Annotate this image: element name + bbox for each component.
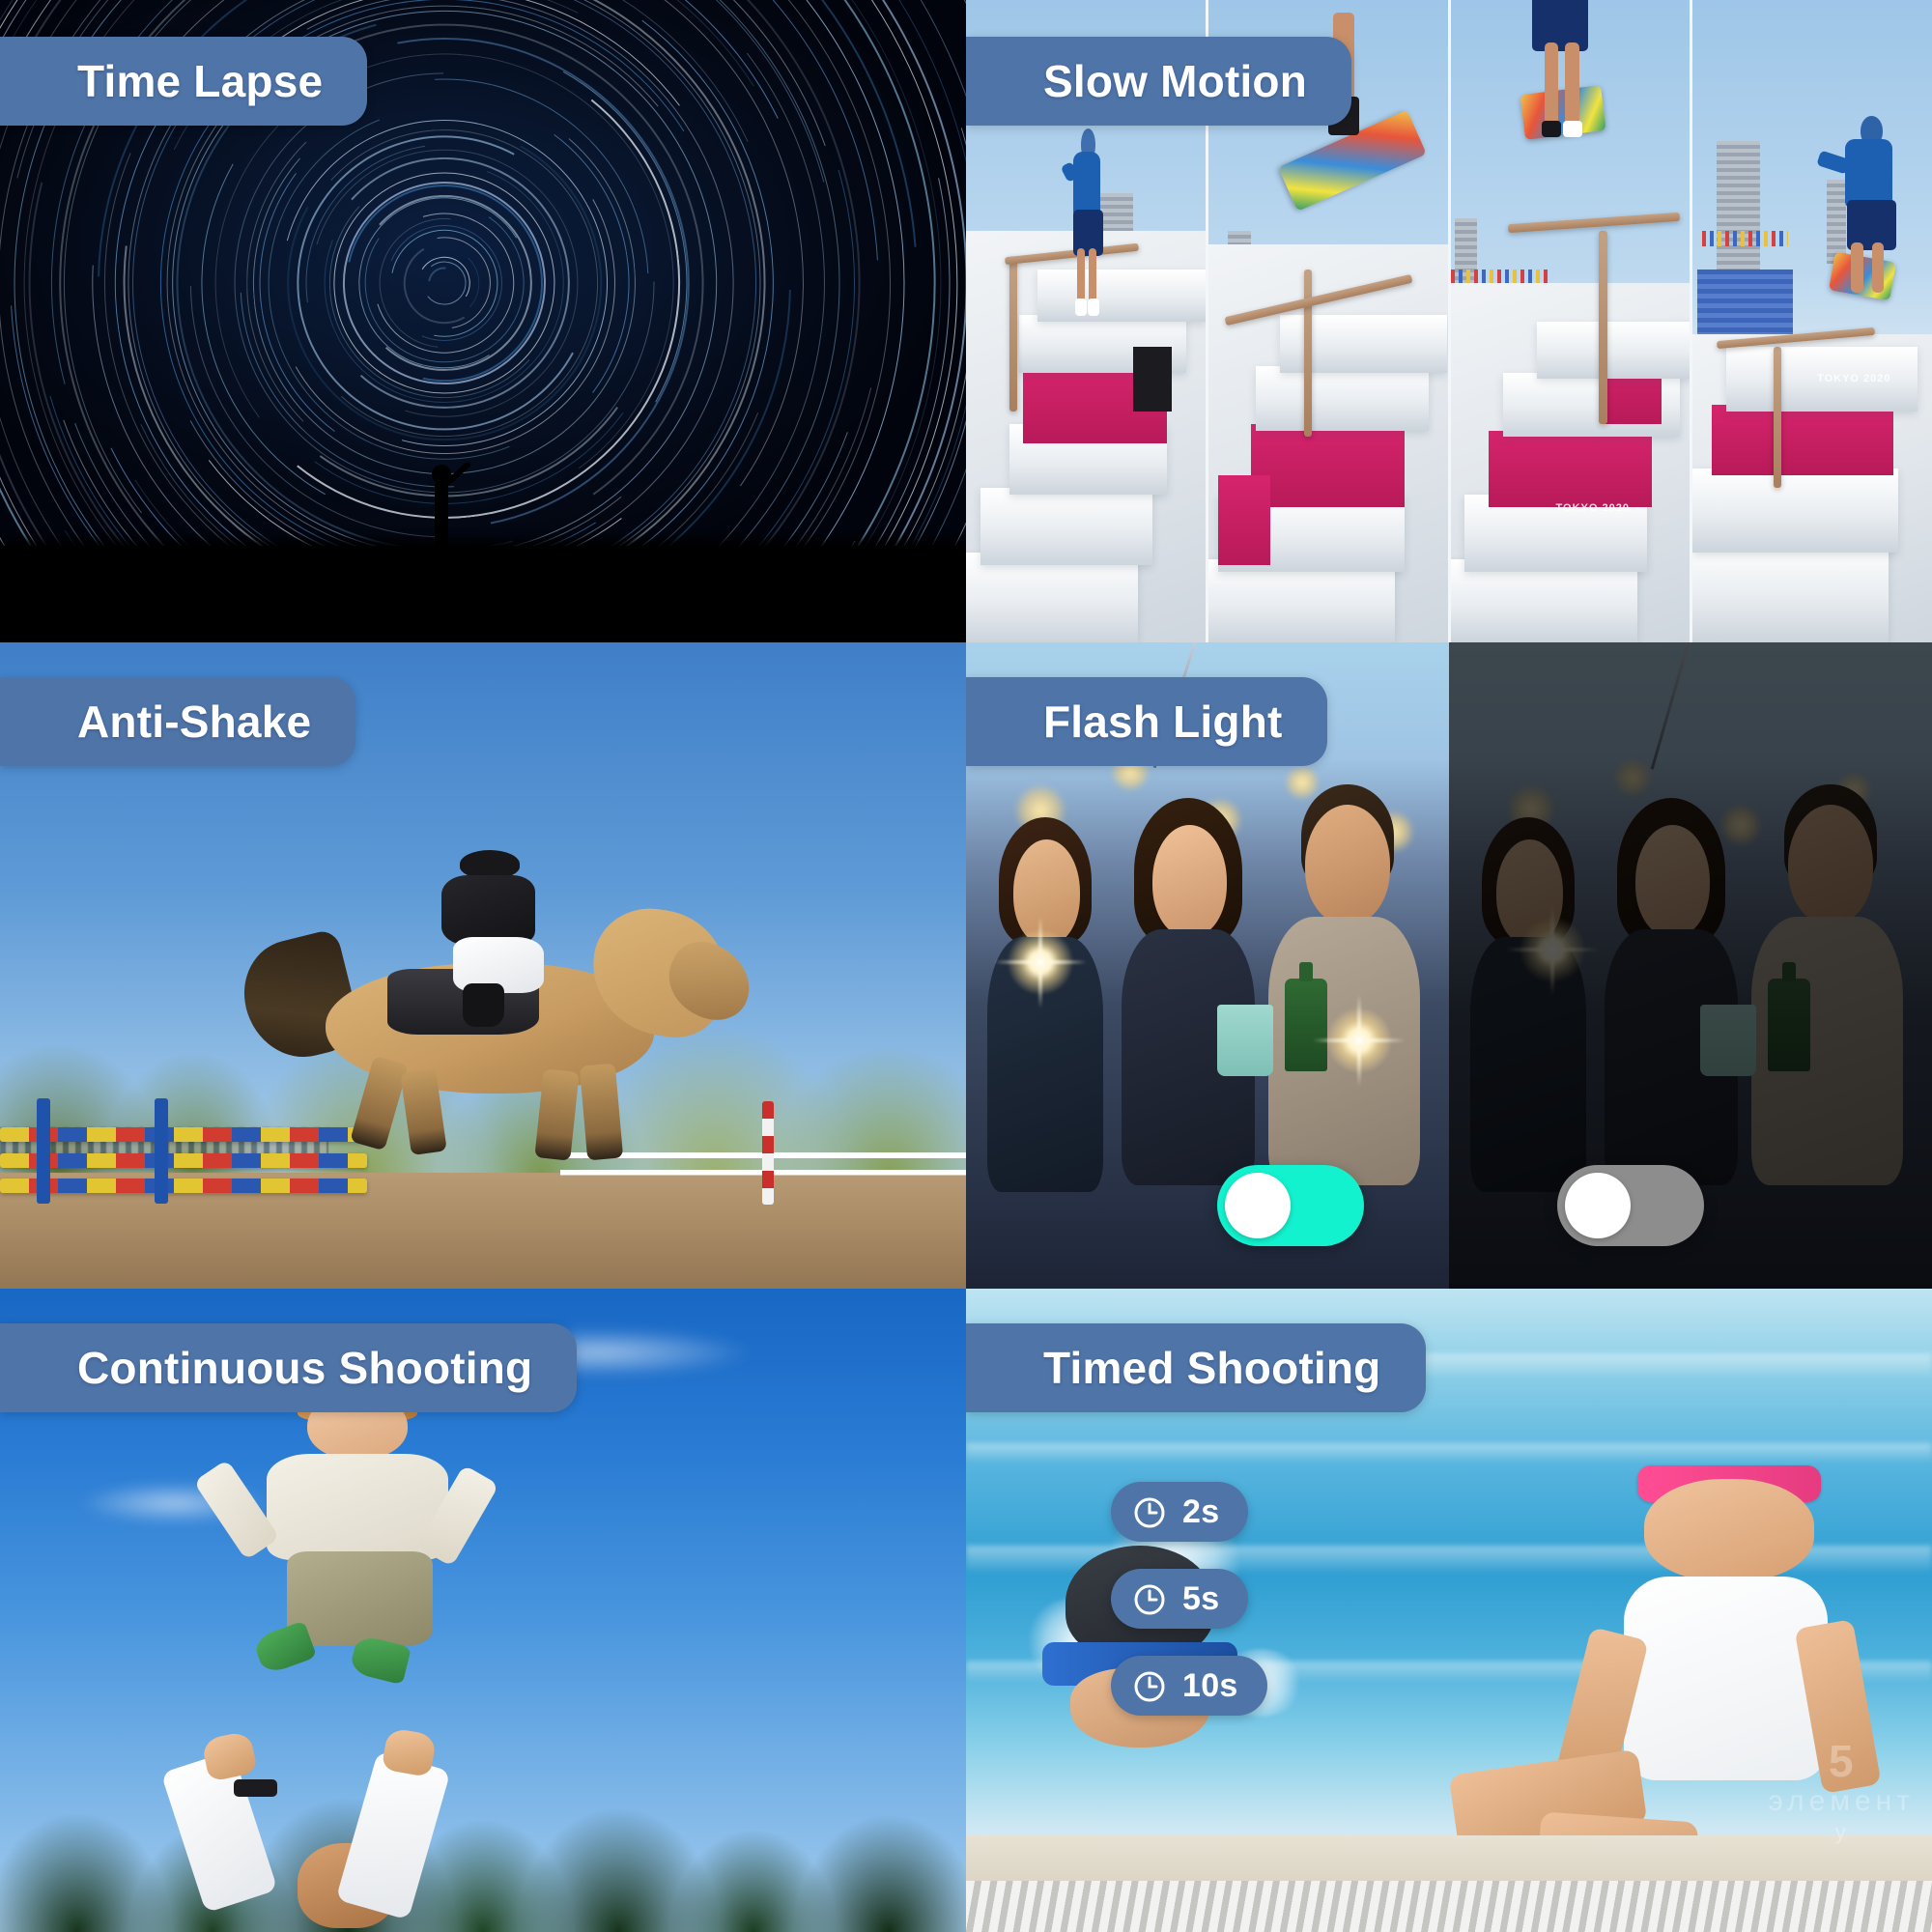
skater-figure-4 xyxy=(1822,116,1918,309)
slowmo-frame-3: TOKYO 2020 xyxy=(1451,0,1693,642)
flash-toggle-off[interactable] xyxy=(1557,1165,1704,1246)
panel-label-anti-shake: Anti-Shake xyxy=(77,696,311,748)
clock-icon xyxy=(1130,1492,1169,1531)
adult-figure xyxy=(193,1739,483,1932)
timer-option-5s[interactable]: 5s xyxy=(1111,1569,1248,1629)
sparkler-flare-left xyxy=(1005,926,1076,998)
timer-value-10s: 10s xyxy=(1182,1667,1238,1705)
skater-figure-3 xyxy=(1513,0,1618,141)
label-pill-slow-motion: Slow Motion xyxy=(966,37,1351,126)
toggle-knob-on xyxy=(1225,1173,1291,1238)
clock-icon xyxy=(1130,1579,1169,1618)
feature-grid: Time Lapse TOKYO 2020 TOKYO 2020 Slow Mo… xyxy=(0,0,1932,1932)
toggle-knob-off xyxy=(1565,1173,1631,1238)
label-pill-anti-shake: Anti-Shake xyxy=(0,677,355,766)
timer-value-5s: 5s xyxy=(1182,1580,1219,1618)
panel-label-timed-shooting: Timed Shooting xyxy=(1043,1342,1381,1394)
panel-label-time-lapse: Time Lapse xyxy=(77,55,323,107)
label-pill-continuous-shooting: Continuous Shooting xyxy=(0,1323,577,1412)
timer-value-2s: 2s xyxy=(1182,1493,1219,1531)
rider-figure xyxy=(423,850,574,1016)
horse-and-rider xyxy=(290,862,734,1159)
panel-anti-shake[interactable]: Anti-Shake xyxy=(0,642,966,1289)
panel-label-flash-light: Flash Light xyxy=(1043,696,1283,748)
silhouette-figure xyxy=(435,480,448,555)
timer-option-2s[interactable]: 2s xyxy=(1111,1482,1248,1542)
skater-figure-1 xyxy=(1062,128,1115,322)
panel-label-slow-motion: Slow Motion xyxy=(1043,55,1307,107)
timer-options: 2s 5s 10s xyxy=(1111,1482,1267,1716)
label-pill-flash-light: Flash Light xyxy=(966,677,1327,766)
panel-continuous-shooting[interactable]: Continuous Shooting xyxy=(0,1289,966,1932)
clock-icon xyxy=(1130,1666,1169,1705)
panel-time-lapse[interactable]: Time Lapse xyxy=(0,0,966,642)
label-pill-timed-shooting: Timed Shooting xyxy=(966,1323,1426,1412)
timer-option-10s[interactable]: 10s xyxy=(1111,1656,1267,1716)
sparkler-flare-right xyxy=(1323,1005,1395,1076)
label-pill-time-lapse: Time Lapse xyxy=(0,37,367,126)
panel-flash-light[interactable]: Flash Light xyxy=(966,642,1932,1289)
panel-slow-motion[interactable]: TOKYO 2020 TOKYO 2020 Slow Motion xyxy=(966,0,1932,642)
toddler-figure xyxy=(232,1392,483,1688)
panel-timed-shooting[interactable]: 2s 5s 10s Timed Shooting 5 элемент у xyxy=(966,1289,1932,1932)
panel-label-continuous-shooting: Continuous Shooting xyxy=(77,1342,532,1394)
flash-toggle-on[interactable] xyxy=(1217,1165,1364,1246)
slowmo-frame-4: TOKYO 2020 xyxy=(1692,0,1932,642)
